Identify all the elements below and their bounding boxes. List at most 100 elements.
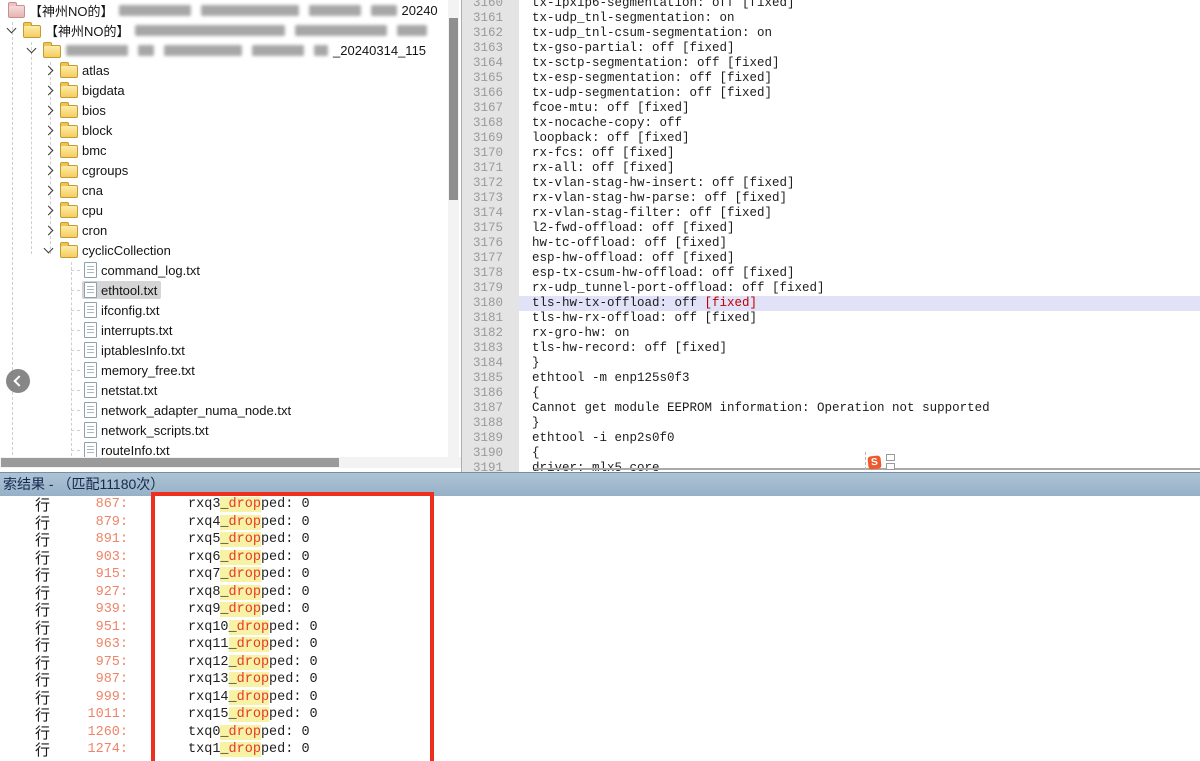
tree-node-level3[interactable]: _20240314_115 — [0, 40, 461, 60]
search-result-row[interactable]: 行 975: rxq12_dropped: 0 — [0, 654, 1200, 672]
chevron-right-icon[interactable] — [44, 65, 54, 75]
chevron-right-icon[interactable] — [44, 85, 54, 95]
code-line-text: tx-udp_tnl-segmentation: on — [519, 11, 1200, 26]
line-number: 3181 — [462, 311, 519, 326]
code-text: hw-tc-offload: off [fixed] — [532, 236, 727, 250]
sidebar-item-file[interactable]: network_scripts.txt — [0, 420, 461, 440]
file-item[interactable]: memory_free.txt — [82, 361, 199, 379]
sidebar-item-folder[interactable]: cgroups — [0, 160, 461, 180]
result-line-number: 867: — [50, 497, 128, 512]
result-text-pre: rxq8 — [188, 585, 220, 600]
file-item[interactable]: netstat.txt — [82, 381, 161, 399]
file-item[interactable]: ifconfig.txt — [82, 301, 164, 319]
sidebar-item-file[interactable]: ethtool.txt — [0, 280, 461, 300]
sidebar-item-file[interactable]: memory_free.txt — [0, 360, 461, 380]
tree-vertical-scrollbar-thumb[interactable] — [449, 18, 458, 200]
sidebar-item-folder-expanded[interactable]: cyclicCollection — [0, 240, 461, 260]
chevron-right-icon[interactable] — [44, 145, 54, 155]
collapse-panel-button[interactable] — [6, 369, 30, 393]
search-result-row[interactable]: 行 879: rxq4_dropped: 0 — [0, 514, 1200, 532]
sidebar-item-folder[interactable]: cron — [0, 220, 461, 240]
chevron-right-icon[interactable] — [44, 125, 54, 135]
file-item[interactable]: network_adapter_numa_node.txt — [82, 401, 295, 419]
file-item[interactable]: network_scripts.txt — [82, 421, 213, 439]
folder-icon — [23, 25, 41, 38]
search-result-row[interactable]: 行 1274: txq1_dropped: 0 — [0, 741, 1200, 759]
file-item[interactable]: iptablesInfo.txt — [82, 341, 189, 359]
redacted-text — [314, 45, 328, 56]
code-line-text: rx-vlan-stag-hw-parse: off [fixed] — [519, 191, 1200, 206]
code-line: 3184 } — [462, 356, 1200, 371]
file-tree-panel: 【神州NO的】 20240 【神州NO的】 _20240314_115 — [0, 0, 461, 472]
search-result-row[interactable]: 行 1011: rxq15_dropped: 0 — [0, 706, 1200, 724]
line-number: 3182 — [462, 326, 519, 341]
chevron-right-icon[interactable] — [44, 165, 54, 175]
line-word-label: 行 — [0, 739, 50, 760]
document-icon — [84, 402, 97, 418]
chevron-right-icon[interactable] — [44, 185, 54, 195]
result-text-pre: rxq10 — [188, 620, 229, 635]
file-item[interactable]: interrupts.txt — [82, 321, 177, 339]
code-line: 3174 rx-vlan-stag-filter: off [fixed] — [462, 206, 1200, 221]
result-text-underscore: _ — [220, 585, 228, 600]
chevron-right-icon[interactable] — [44, 105, 54, 115]
sidebar-item-folder[interactable]: bios — [0, 100, 461, 120]
tree-node-level2[interactable]: 【神州NO的】 — [0, 20, 461, 40]
code-text: rx-gro-hw: on — [532, 326, 630, 340]
result-text-post: ped: 0 — [269, 707, 318, 722]
result-line-number: 927: — [50, 585, 128, 600]
sidebar-item-folder[interactable]: cna — [0, 180, 461, 200]
search-result-row[interactable]: 行 963: rxq11_dropped: 0 — [0, 636, 1200, 654]
search-result-row[interactable]: 行 951: rxq10_dropped: 0 — [0, 619, 1200, 637]
search-result-row[interactable]: 行 891: rxq5_dropped: 0 — [0, 531, 1200, 549]
sidebar-item-file[interactable]: ifconfig.txt — [0, 300, 461, 320]
sidebar-item-file[interactable]: interrupts.txt — [0, 320, 461, 340]
redacted-text — [164, 45, 242, 56]
search-result-row[interactable]: 行 999: rxq14_dropped: 0 — [0, 689, 1200, 707]
result-text-underscore: _ — [220, 515, 228, 530]
tree-horizontal-scrollbar[interactable] — [0, 457, 461, 468]
file-item[interactable]: command_log.txt — [82, 261, 204, 279]
sidebar-item-folder[interactable]: bigdata — [0, 80, 461, 100]
tree-horizontal-scrollbar-thumb[interactable] — [1, 458, 339, 467]
text-editor-panel[interactable]: 3160 tx-ipxip6-segmentation: off [fixed]… — [461, 0, 1200, 472]
result-text-post: ped: 0 — [269, 620, 318, 635]
sidebar-item-folder[interactable]: cpu — [0, 200, 461, 220]
code-line: 3169 loopback: off [fixed] — [462, 131, 1200, 146]
result-text-post: ped: 0 — [261, 497, 310, 512]
result-match-highlight: drop — [229, 602, 261, 617]
sidebar-item-folder[interactable]: atlas — [0, 60, 461, 80]
sidebar-item-folder[interactable]: bmc — [0, 140, 461, 160]
tree-root-label-prefix: 【神州NO的】 — [29, 1, 114, 20]
chevron-down-icon[interactable] — [44, 244, 54, 254]
search-result-row[interactable]: 行 1260: txq0_dropped: 0 — [0, 724, 1200, 742]
result-match-highlight: drop — [229, 515, 261, 530]
sidebar-item-file[interactable]: command_log.txt — [0, 260, 461, 280]
result-match-highlight: drop — [237, 707, 269, 722]
result-text: rxq6_dropped: 0 — [188, 550, 310, 565]
line-number: 3174 — [462, 206, 519, 221]
code-text: tls-hw-record: off [fixed] — [532, 341, 727, 355]
sidebar-item-file[interactable]: netstat.txt — [0, 380, 461, 400]
line-number: 3175 — [462, 221, 519, 236]
chevron-down-icon[interactable] — [7, 24, 17, 34]
search-result-row[interactable]: 行 903: rxq6_dropped: 0 — [0, 549, 1200, 567]
tree-root-archive[interactable]: 【神州NO的】 20240 — [0, 0, 461, 20]
chevron-right-icon[interactable] — [44, 225, 54, 235]
search-result-row[interactable]: 行 927: rxq8_dropped: 0 — [0, 584, 1200, 602]
tree-vertical-scrollbar[interactable] — [448, 0, 459, 457]
folder-icon — [60, 105, 78, 118]
chevron-down-icon[interactable] — [27, 44, 37, 54]
sidebar-item-folder[interactable]: block — [0, 120, 461, 140]
file-item[interactable]: ethtool.txt — [82, 281, 161, 299]
chevron-right-icon[interactable] — [44, 205, 54, 215]
result-text-underscore: _ — [220, 742, 228, 757]
sidebar-item-file[interactable]: iptablesInfo.txt — [0, 340, 461, 360]
code-line-text: rx-vlan-stag-filter: off [fixed] — [519, 206, 1200, 221]
search-result-row[interactable]: 行 915: rxq7_dropped: 0 — [0, 566, 1200, 584]
divider-line — [534, 468, 1200, 470]
search-result-row[interactable]: 行 867: rxq3_dropped: 0 — [0, 496, 1200, 514]
search-result-row[interactable]: 行 987: rxq13_dropped: 0 — [0, 671, 1200, 689]
search-result-row[interactable]: 行 939: rxq9_dropped: 0 — [0, 601, 1200, 619]
sidebar-item-file[interactable]: network_adapter_numa_node.txt — [0, 400, 461, 420]
